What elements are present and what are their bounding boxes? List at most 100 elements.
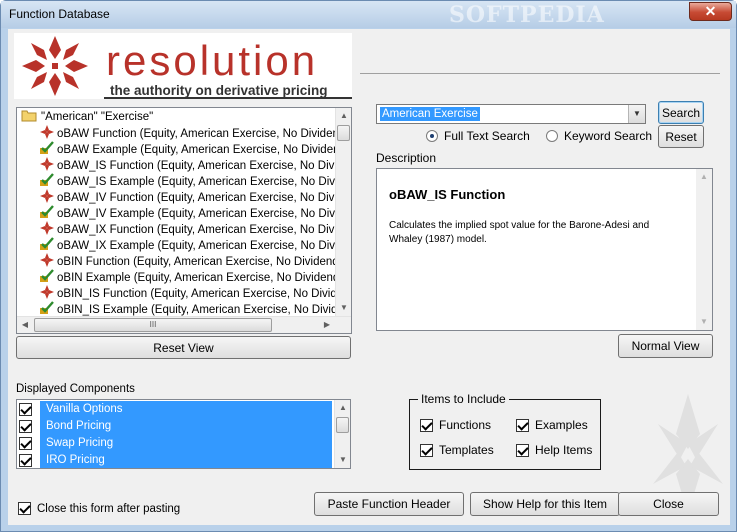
function-icon <box>39 221 55 235</box>
checkbox-checked-icon[interactable] <box>18 502 31 515</box>
tree-item[interactable]: oBAW Function (Equity, American Exercise… <box>39 125 349 141</box>
chevron-down-icon[interactable]: ▼ <box>628 105 645 123</box>
tree-item-label: oBAW_IV Example (Equity, American Exerci… <box>57 208 352 220</box>
scroll-down-arrow-icon[interactable]: ▼ <box>336 300 351 316</box>
tree-vertical-scrollbar[interactable]: ▲ ▼ <box>335 108 351 316</box>
function-icon <box>39 189 55 203</box>
header-separator <box>360 73 720 74</box>
checkbox-checked-icon[interactable] <box>420 443 433 457</box>
items-to-include-group: Items to Include Functions Examples Temp… <box>409 392 601 470</box>
close-after-paste-checkbox[interactable]: Close this form after pasting <box>18 502 180 515</box>
examples-label: Examples <box>535 418 588 432</box>
example-icon <box>39 269 55 283</box>
radio-selected-icon[interactable] <box>426 130 438 142</box>
tree-item-label: oBIN Function (Equity, American Exercise… <box>57 256 343 268</box>
description-panel: oBAW_IS Function Calculates the implied … <box>376 168 713 331</box>
scroll-right-arrow-icon[interactable]: ▶ <box>319 317 335 333</box>
tree-item[interactable]: oBAW_IV Example (Equity, American Exerci… <box>39 205 352 221</box>
logo-wordmark: resolution <box>106 37 319 84</box>
checkbox-checked-icon[interactable] <box>19 454 32 467</box>
folder-open-icon <box>21 110 37 122</box>
normal-view-button[interactable]: Normal View <box>618 334 713 358</box>
tree-item[interactable]: oBAW_IX Function (Equity, American Exerc… <box>39 221 350 237</box>
search-button[interactable]: Search <box>658 101 704 124</box>
component-item[interactable]: Vanilla Options <box>19 401 332 418</box>
tree-root-node[interactable]: "American" "Exercise" <box>21 109 153 125</box>
tree-item[interactable]: oBAW_IS Function (Equity, American Exerc… <box>39 157 351 173</box>
search-combobox-value[interactable]: American Exercise <box>380 107 480 121</box>
keyword-search-radio[interactable]: Keyword Search <box>546 129 652 143</box>
scroll-left-arrow-icon[interactable]: ◀ <box>17 317 33 333</box>
example-icon <box>39 205 55 219</box>
tree-item-label: oBAW_IX Function (Equity, American Exerc… <box>57 224 350 236</box>
function-icon <box>39 285 55 299</box>
close-button[interactable]: Close <box>618 492 719 516</box>
function-icon <box>39 125 55 139</box>
description-scrollbar[interactable]: ▲ ▼ <box>696 169 712 330</box>
component-label: Swap Pricing <box>40 435 332 452</box>
checkbox-checked-icon[interactable] <box>516 443 529 457</box>
help-items-label: Help Items <box>535 443 593 457</box>
scroll-down-arrow-icon[interactable]: ▼ <box>696 314 712 330</box>
example-icon <box>39 301 55 315</box>
tree-vertical-thumb[interactable] <box>337 125 350 141</box>
tree-item[interactable]: oBAW_IX Example (Equity, American Exerci… <box>39 237 350 253</box>
component-item[interactable]: IRO Pricing <box>19 452 332 468</box>
function-tree[interactable]: "American" "Exercise" oBAW Function (Equ… <box>16 107 352 334</box>
scroll-up-arrow-icon[interactable]: ▲ <box>335 400 350 416</box>
description-title: oBAW_IS Function <box>389 187 506 202</box>
paste-function-header-button[interactable]: Paste Function Header <box>314 492 464 516</box>
functions-checkbox[interactable]: Functions <box>420 418 491 432</box>
scroll-down-arrow-icon[interactable]: ▼ <box>335 452 350 468</box>
tree-item[interactable]: oBIN Example (Equity, American Exercise,… <box>39 269 343 285</box>
reset-button[interactable]: Reset <box>658 125 704 148</box>
softpedia-watermark: SOFTPEDIA <box>449 2 605 28</box>
tree-item[interactable]: oBAW_IS Example (Equity, American Exerci… <box>39 173 351 189</box>
checkbox-checked-icon[interactable] <box>516 418 529 432</box>
scroll-up-arrow-icon[interactable]: ▲ <box>336 108 351 124</box>
tree-item[interactable]: oBAW Example (Equity, American Exercise,… <box>39 141 350 157</box>
tree-item[interactable]: oBIN_IS Example (Equity, American Exerci… <box>39 301 351 317</box>
component-label: Vanilla Options <box>40 401 332 418</box>
reset-view-button[interactable]: Reset View <box>16 336 351 359</box>
components-list[interactable]: Vanilla Options Bond Pricing Swap Pricing I… <box>16 399 351 469</box>
examples-checkbox[interactable]: Examples <box>516 418 588 432</box>
component-item[interactable]: Bond Pricing <box>19 418 332 435</box>
components-scrollbar[interactable]: ▲ ▼ <box>334 400 350 468</box>
checkbox-checked-icon[interactable] <box>420 418 433 432</box>
templates-checkbox[interactable]: Templates <box>420 443 494 457</box>
tree-item[interactable]: oBIN Function (Equity, American Exercise… <box>39 253 342 269</box>
tree-item[interactable]: oBIN_IS Function (Equity, American Exerc… <box>39 285 351 301</box>
title-bar[interactable]: Function Database SOFTPEDIA ✕ <box>1 1 736 28</box>
search-combobox[interactable]: American Exercise ▼ <box>376 104 646 124</box>
tree-item[interactable]: oBAW_IV Function (Equity, American Exerc… <box>39 189 351 205</box>
checkbox-checked-icon[interactable] <box>19 437 32 450</box>
tree-horizontal-scrollbar[interactable]: ◀ III ▶ <box>17 316 351 333</box>
checkbox-checked-icon[interactable] <box>19 403 32 416</box>
full-text-search-radio[interactable]: Full Text Search <box>426 129 530 143</box>
show-help-button[interactable]: Show Help for this Item <box>470 492 620 516</box>
tree-item-label: oBAW Function (Equity, American Exercise… <box>57 128 350 140</box>
description-body: Calculates the implied spot value for th… <box>389 220 650 245</box>
full-text-search-label: Full Text Search <box>444 129 530 143</box>
resolution-logo: resolution the authority on derivative p… <box>14 33 352 99</box>
component-item[interactable]: Swap Pricing <box>19 435 332 452</box>
tree-item-label: oBAW_IX Example (Equity, American Exerci… <box>57 240 351 252</box>
scroll-up-arrow-icon[interactable]: ▲ <box>696 169 712 185</box>
checkbox-checked-icon[interactable] <box>19 420 32 433</box>
app-window: Function Database SOFTPEDIA ✕ resolution… <box>0 0 737 532</box>
window-close-button[interactable]: ✕ <box>689 2 732 21</box>
example-icon <box>39 141 55 155</box>
function-icon <box>39 253 55 267</box>
example-icon <box>39 173 55 187</box>
components-scroll-thumb[interactable] <box>336 417 349 433</box>
help-items-checkbox[interactable]: Help Items <box>516 443 592 457</box>
component-label: IRO Pricing <box>40 452 332 468</box>
component-label: Bond Pricing <box>40 418 332 435</box>
tree-horizontal-thumb[interactable]: III <box>34 318 272 332</box>
tree-item-label: oBIN Example (Equity, American Exercise,… <box>57 272 344 284</box>
function-icon <box>39 157 55 171</box>
radio-unselected-icon[interactable] <box>546 130 558 142</box>
window-title: Function Database <box>9 7 110 21</box>
star-logo-icon <box>22 36 88 96</box>
